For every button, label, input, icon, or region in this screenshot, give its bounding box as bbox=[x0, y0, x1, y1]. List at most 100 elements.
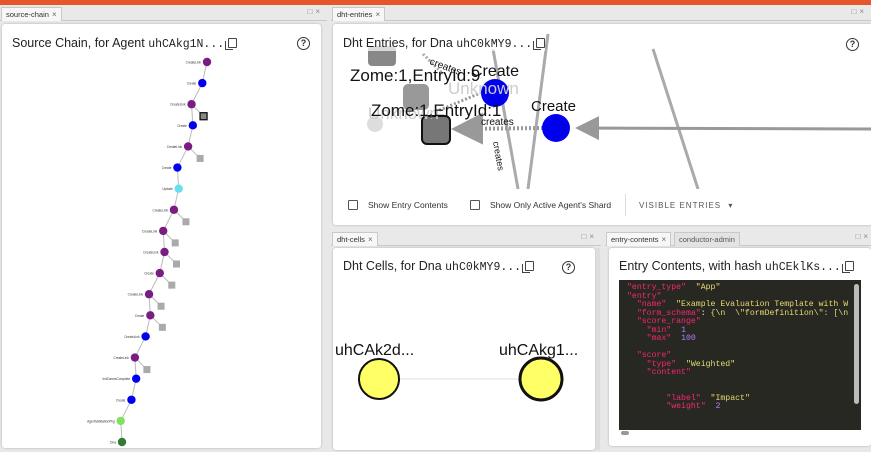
window-controls: □× bbox=[581, 232, 597, 241]
chain-action-node[interactable] bbox=[160, 247, 169, 257]
source-chain-graph[interactable]: CreateLink Create CreateLink Create CreateLi… bbox=[2, 24, 321, 448]
chain-node-label: Create bbox=[144, 272, 154, 276]
graph-edge bbox=[651, 48, 700, 189]
entry-hash: uhCEklKs... bbox=[764, 261, 841, 274]
copy-icon[interactable] bbox=[841, 261, 854, 273]
checkbox[interactable] bbox=[348, 200, 358, 210]
json-value: 100 bbox=[681, 334, 696, 343]
close-icon[interactable]: × bbox=[859, 7, 867, 16]
chain-node-label: CreateLink bbox=[124, 335, 140, 339]
scrollbar[interactable] bbox=[596, 248, 600, 450]
chain-node-label: CreateLink bbox=[128, 293, 144, 297]
chain-action-node[interactable] bbox=[173, 163, 182, 172]
entry-contents-card: Entry Contents, with hash uhCEklKs... "e… bbox=[609, 248, 871, 446]
title-connector: , for Dna bbox=[404, 36, 457, 50]
chain-entry-node[interactable] bbox=[158, 323, 166, 331]
chain-entry-node[interactable] bbox=[182, 218, 190, 226]
tab-label: source-chain bbox=[6, 10, 49, 19]
chain-action-node[interactable] bbox=[159, 226, 168, 236]
tab-dht-cells[interactable]: dht-cells × bbox=[332, 232, 378, 246]
close-icon[interactable]: × bbox=[368, 235, 373, 244]
tab-dht-entries[interactable]: dht-entries × bbox=[332, 7, 386, 21]
chain-action-node[interactable] bbox=[127, 395, 136, 404]
chain-entry-node[interactable] bbox=[173, 260, 180, 268]
close-icon[interactable]: × bbox=[863, 232, 871, 241]
dht-entries-card: Unknown Unknown Create Create Zome:1,Ent… bbox=[333, 24, 871, 225]
json-value: "Weighted" bbox=[685, 359, 736, 369]
show-active-shard-toggle[interactable]: Show Only Active Agent's Shard bbox=[470, 200, 611, 210]
title-connector: , with hash bbox=[701, 259, 765, 273]
divider bbox=[625, 194, 626, 216]
graph-label: Create bbox=[531, 98, 576, 115]
chain-action-node[interactable] bbox=[169, 205, 179, 214]
dht-cells-graph[interactable]: uhCAk2d... uhCAkg1... bbox=[333, 248, 595, 450]
cell-node-active[interactable] bbox=[518, 356, 564, 402]
chain-action-node[interactable] bbox=[116, 416, 125, 426]
tab-source-chain[interactable]: source-chain × bbox=[1, 7, 62, 21]
copy-icon[interactable] bbox=[533, 38, 546, 50]
json-key: "max" bbox=[646, 334, 672, 343]
graph-edge bbox=[575, 116, 871, 141]
chain-action-node[interactable] bbox=[146, 311, 155, 320]
dht-cells-tabstrip: dht-cells × □× bbox=[331, 230, 601, 246]
chain-entry-node[interactable] bbox=[171, 239, 179, 247]
close-icon[interactable]: × bbox=[315, 7, 323, 16]
chain-action-node[interactable] bbox=[144, 290, 154, 299]
chain-entry-node[interactable] bbox=[168, 281, 176, 289]
chain-node-label: CreateLink bbox=[142, 229, 158, 233]
chain-entry-node[interactable] bbox=[157, 302, 165, 310]
create-action-node[interactable] bbox=[542, 114, 570, 142]
dropdown-label: VISIBLE ENTRIES bbox=[639, 201, 722, 210]
checkbox[interactable] bbox=[470, 200, 480, 210]
chain-action-node[interactable] bbox=[198, 78, 207, 88]
chain-node-label: CreateLink bbox=[153, 208, 169, 212]
json-key: "weight" bbox=[666, 402, 706, 411]
close-icon[interactable]: × bbox=[662, 235, 667, 244]
visible-entries-dropdown[interactable]: VISIBLE ENTRIES ▾ bbox=[639, 201, 733, 210]
show-entry-contents-toggle[interactable]: Show Entry Contents bbox=[348, 200, 448, 210]
chain-node-label: CreateLink bbox=[167, 145, 183, 149]
source-chain-tabstrip: source-chain × □× bbox=[0, 5, 327, 21]
cell-node[interactable] bbox=[358, 358, 400, 400]
graph-edge bbox=[451, 112, 544, 145]
chain-node-label: Create bbox=[135, 314, 145, 318]
chain-action-node[interactable] bbox=[202, 57, 212, 67]
tab-conductor-admin[interactable]: conductor-admin bbox=[674, 232, 740, 246]
chain-entry-node[interactable] bbox=[143, 366, 151, 374]
chain-node-label: CreateLink bbox=[186, 61, 202, 65]
page-title: Entry Contents bbox=[619, 259, 702, 273]
code-horizontal-scroll-thumb[interactable] bbox=[621, 431, 629, 435]
entry-json-viewer[interactable]: "entry_type" "App" "entry" "name" "Examp… bbox=[619, 280, 861, 430]
close-icon[interactable]: × bbox=[589, 232, 597, 241]
entry-contents-tabstrip: entry-contents × conductor-admin □× bbox=[605, 230, 871, 246]
chain-action-node[interactable] bbox=[155, 268, 164, 278]
json-value: "App" bbox=[695, 283, 721, 292]
chain-node-label: InitZomesComplete bbox=[103, 377, 131, 381]
tab-label: dht-cells bbox=[337, 235, 365, 244]
chain-entry-node[interactable] bbox=[196, 154, 204, 162]
code-vertical-scrollbar[interactable] bbox=[854, 284, 859, 424]
chain-node-label: Create bbox=[116, 398, 126, 402]
checkbox-label: Show Only Active Agent's Shard bbox=[490, 200, 612, 210]
scroll-thumb[interactable] bbox=[854, 284, 859, 404]
chain-action-node[interactable] bbox=[131, 374, 141, 383]
chain-action-node[interactable] bbox=[141, 332, 150, 341]
close-icon[interactable]: × bbox=[375, 10, 380, 19]
chain-action-node[interactable] bbox=[183, 142, 193, 151]
chain-node-label: CreateLink bbox=[170, 103, 186, 107]
page-title: Dht Entries bbox=[343, 36, 405, 50]
chain-action-node[interactable] bbox=[117, 437, 127, 447]
tab-entry-contents[interactable]: entry-contents × bbox=[606, 232, 672, 246]
chain-action-node[interactable] bbox=[188, 121, 198, 130]
chain-action-node[interactable] bbox=[130, 353, 140, 362]
help-icon[interactable]: ? bbox=[846, 38, 859, 51]
tab-label: conductor-admin bbox=[679, 235, 735, 244]
chain-entry-node[interactable] bbox=[199, 112, 208, 121]
chain-action-node[interactable] bbox=[174, 184, 183, 193]
cell-label: uhCAk2d... bbox=[335, 342, 414, 359]
tab-label: entry-contents bbox=[611, 235, 659, 244]
dna-hash: uhC0kMY9... bbox=[456, 38, 533, 51]
chain-node-label: Update bbox=[162, 187, 173, 191]
close-icon[interactable]: × bbox=[52, 10, 57, 19]
chain-action-node[interactable] bbox=[187, 100, 196, 109]
